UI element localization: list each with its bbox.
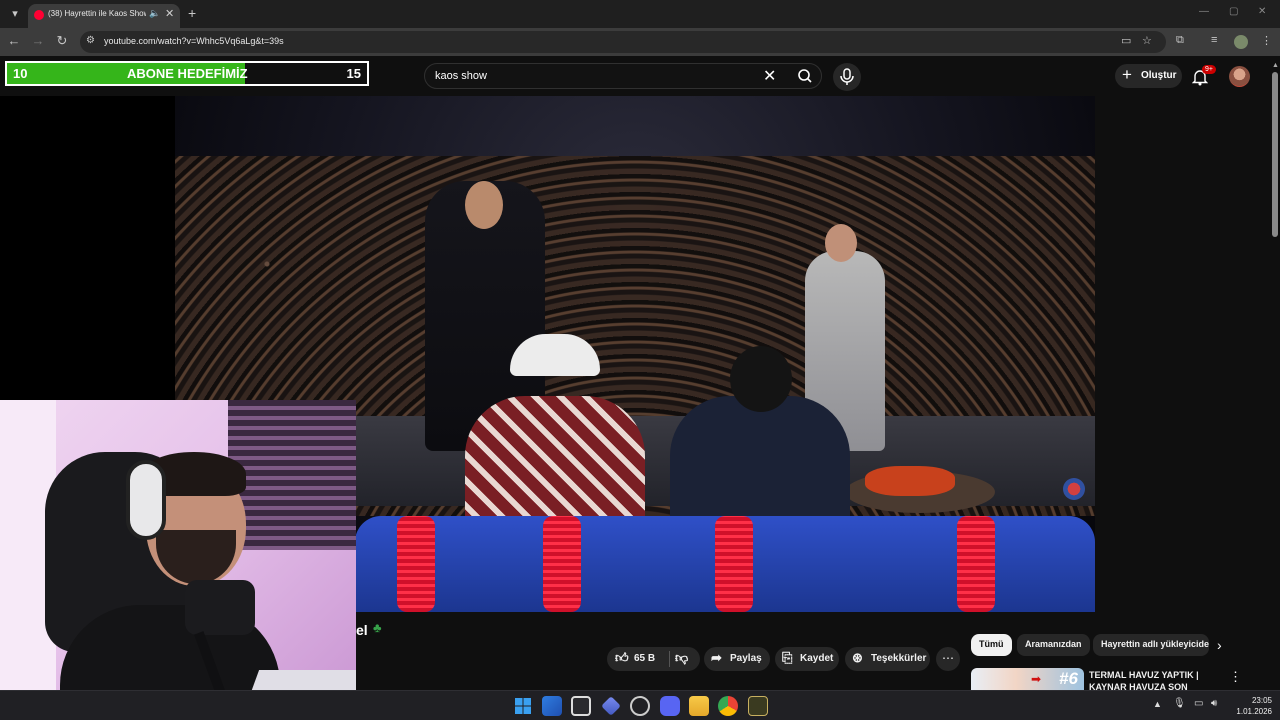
tinsel-decoration (957, 516, 995, 612)
mail-app-icon[interactable] (542, 696, 562, 716)
more-icon[interactable]: ⋯ (936, 647, 960, 671)
tinsel-decoration (543, 516, 581, 612)
goal-target-value: 15 (346, 66, 361, 81)
chevron-right-icon[interactable]: › (1217, 637, 1222, 653)
save-button[interactable]: ⎘ Kaydet (775, 647, 839, 671)
cast-icon[interactable]: ▭ (1121, 34, 1131, 47)
maximize-icon[interactable]: ▢ (1229, 6, 1238, 17)
goal-label: ABONE HEDEFİMİZ (127, 66, 248, 81)
close-icon[interactable]: ✕ (165, 7, 174, 20)
site-info-icon[interactable]: ⚙ (86, 35, 95, 46)
profile-icon[interactable] (1234, 35, 1248, 49)
like-icon[interactable]: 👍︎ (615, 650, 629, 666)
search-input[interactable]: kaos show ✕ (424, 63, 822, 89)
channel-watermark-icon[interactable] (1063, 478, 1085, 500)
discord-icon[interactable] (660, 696, 680, 716)
save-label: Kaydet (800, 653, 834, 664)
file-explorer-icon[interactable] (689, 696, 709, 716)
more-icon[interactable]: ⋮ (1229, 669, 1242, 685)
app-icon[interactable] (748, 696, 768, 716)
youtube-favicon-icon (34, 10, 44, 20)
clear-icon[interactable]: ✕ (763, 66, 776, 86)
clock-date: 1.01.2026 (1236, 707, 1272, 716)
media-controls-icon[interactable]: ≡ (1211, 34, 1217, 46)
network-icon[interactable]: ▭ (1194, 698, 1203, 709)
save-icon: ⎘ (782, 650, 793, 665)
windows-start-icon[interactable] (513, 696, 533, 716)
seated-person-head (730, 346, 792, 412)
share-icon: ➦ (711, 650, 722, 665)
create-label: Oluştur (1141, 70, 1177, 81)
chrome-menu-icon[interactable]: ⋮ (1261, 34, 1272, 47)
chip-all[interactable]: Tümü (971, 634, 1012, 656)
chip-from-search[interactable]: Aramanızdan (1017, 634, 1090, 656)
seated-person (670, 396, 850, 526)
tab-list-icon[interactable]: ▾ (6, 5, 24, 23)
chrome-icon[interactable] (718, 696, 738, 716)
app-icon[interactable] (571, 696, 591, 716)
thanks-label: Teşekkürler (871, 653, 927, 664)
microphone (185, 580, 255, 635)
address-bar[interactable]: ⚙ youtube.com/watch?v=Whhc5Vq6aLg&t=39s (80, 31, 1166, 53)
related-video-thumbnail[interactable]: ➡ #6 (971, 668, 1084, 690)
audio-icon[interactable]: 🔈 (149, 8, 160, 19)
reload-icon[interactable]: ↻ (53, 33, 71, 49)
arrow-icon: ➡ (1031, 672, 1042, 686)
avatar[interactable] (1229, 66, 1250, 87)
headset (126, 460, 166, 540)
tinsel-decoration (865, 466, 955, 496)
thumbnail-badge: #6 (1059, 669, 1078, 688)
tinsel-decoration (397, 516, 435, 612)
thanks-icon: ⊛ (852, 650, 863, 665)
create-button[interactable]: + Oluştur (1115, 64, 1182, 88)
like-dislike-group: 👍︎ 65 B 👎︎ (607, 647, 700, 671)
search-query-text: kaos show (435, 70, 487, 82)
tinsel-decoration (715, 516, 753, 612)
chip-from-uploader[interactable]: Hayrettin adlı yükleyiciden (1093, 634, 1209, 656)
window-blinds (228, 400, 356, 550)
browser-tab[interactable]: (38) Hayrettin ile Kaos Show 🔈 ✕ (28, 4, 180, 28)
window-close-icon[interactable]: ✕ (1258, 6, 1266, 17)
share-button[interactable]: ➦ Paylaş (704, 647, 770, 671)
divider (669, 651, 670, 667)
app-icon[interactable] (630, 696, 650, 716)
app-icon[interactable] (601, 696, 621, 716)
forward-icon[interactable]: → (29, 33, 47, 48)
share-label: Paylaş (730, 653, 762, 664)
like-count[interactable]: 65 B (634, 653, 655, 664)
host-head (465, 181, 503, 229)
mic-tray-icon[interactable]: 🎙︎ (1173, 698, 1186, 709)
scrollbar-thumb[interactable] (1272, 72, 1278, 237)
search-icon[interactable] (791, 66, 819, 86)
browser-toolbar: ← → ↻ ⚙ youtube.com/watch?v=Whhc5Vq6aLg&… (0, 28, 1280, 56)
bookmark-star-icon[interactable]: ☆ (1142, 34, 1152, 47)
seated-person (465, 396, 645, 526)
url-text: youtube.com/watch?v=Whhc5Vq6aLg&t=39s (104, 36, 284, 46)
thanks-button[interactable]: ⊛ Teşekkürler (845, 647, 930, 671)
volume-icon[interactable]: 🔊︎ (1211, 698, 1217, 709)
notification-badge: 9+ (1202, 65, 1216, 74)
tree-icon: ♣ (373, 620, 382, 635)
clock[interactable]: 23:05 1.01.2026 (1228, 695, 1272, 717)
taskbar: ▲ 🎙︎ ▭ 🔊︎ 23:05 1.01.2026 (0, 690, 1280, 720)
goal-start-value: 10 (13, 66, 28, 81)
browser-tab-strip: ▾ (38) Hayrettin ile Kaos Show 🔈 ✕ + — ▢… (0, 0, 1280, 28)
clock-time: 23:05 (1251, 696, 1272, 705)
extensions-icon[interactable]: ⧉ (1176, 34, 1184, 47)
video-title: el (356, 622, 368, 638)
minimize-icon[interactable]: — (1199, 6, 1209, 17)
webcam-overlay (0, 400, 356, 720)
scroll-up-icon[interactable]: ▲ (1272, 62, 1279, 69)
subscriber-goal-widget: 10 ABONE HEDEFİMİZ 15 (5, 61, 369, 86)
guest-head (825, 224, 857, 262)
dislike-icon[interactable]: 👎︎ (675, 650, 688, 666)
chevron-up-icon[interactable]: ▲ (1153, 699, 1162, 709)
back-icon[interactable]: ← (5, 33, 23, 48)
youtube-header: 10 ABONE HEDEFİMİZ 15 kaos show ✕ + Oluş… (0, 56, 1280, 96)
new-tab-icon[interactable]: + (188, 5, 196, 21)
plus-icon: + (1122, 65, 1132, 84)
tab-title: (38) Hayrettin ile Kaos Show (48, 9, 146, 18)
mic-icon[interactable] (833, 63, 861, 91)
